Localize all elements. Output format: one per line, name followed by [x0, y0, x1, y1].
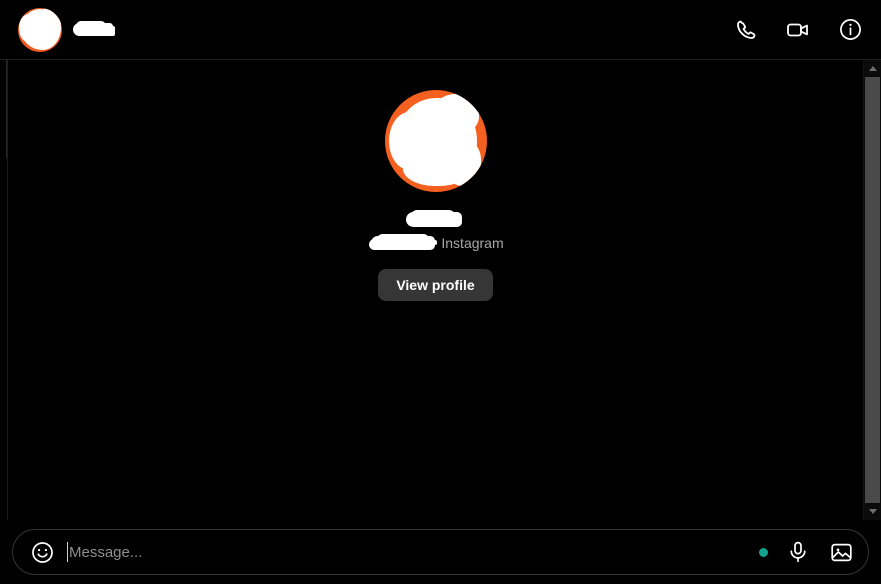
redaction-paint-stroke — [90, 25, 115, 36]
instagram-dm-window: Instagram View profile — [0, 0, 881, 584]
message-input[interactable] — [69, 530, 751, 574]
conversation-body: Instagram View profile — [0, 60, 881, 520]
scroll-down-arrow[interactable] — [864, 503, 881, 520]
contact-avatar-small[interactable] — [18, 7, 62, 52]
view-profile-button[interactable]: View profile — [378, 269, 493, 301]
message-composer[interactable] — [12, 529, 869, 575]
redaction-paint-stroke — [369, 239, 400, 250]
voice-message-icon[interactable] — [785, 539, 811, 565]
profile-platform-label: Instagram — [441, 235, 504, 251]
contact-name-redacted — [72, 18, 118, 42]
profile-username-line: Instagram — [367, 232, 504, 254]
left-rail-segment — [0, 60, 7, 158]
composer-actions — [759, 539, 854, 565]
contact-avatar-large[interactable] — [384, 90, 487, 192]
composer-area — [0, 520, 881, 584]
avatar-speck — [40, 18, 42, 22]
scrollbar-track[interactable] — [865, 77, 880, 503]
profile-display-name-redacted — [401, 208, 471, 230]
text-caret — [67, 542, 68, 562]
profile-username-redacted — [367, 232, 438, 254]
conversation-header-actions — [733, 17, 863, 43]
emoji-smiley-icon[interactable] — [29, 539, 55, 565]
conversation-header — [0, 0, 881, 60]
conversation-header-contact[interactable] — [18, 7, 118, 52]
redaction-paint-speck — [433, 240, 438, 245]
conversation-info-icon[interactable] — [837, 17, 863, 43]
message-thread: Instagram View profile — [8, 60, 863, 520]
audio-call-icon[interactable] — [733, 17, 759, 43]
redaction-paint-stroke — [422, 214, 459, 226]
left-edge-rail — [0, 60, 8, 520]
video-call-icon[interactable] — [785, 17, 811, 43]
avatar-speck — [43, 29, 45, 33]
message-input-wrapper[interactable] — [67, 530, 751, 574]
photo-attachment-icon[interactable] — [828, 539, 854, 565]
avatar-gap-speck — [452, 147, 458, 154]
redaction-paint-stroke — [38, 7, 62, 28]
connection-status-dot — [759, 547, 768, 557]
thread-scrollbar[interactable] — [863, 60, 881, 520]
contact-profile-card: Instagram View profile — [8, 90, 863, 301]
redaction-paint-stroke — [432, 94, 479, 134]
redaction-paint-stroke — [19, 13, 35, 42]
redaction-paint-stroke — [444, 140, 481, 186]
scroll-up-arrow[interactable] — [864, 60, 881, 77]
